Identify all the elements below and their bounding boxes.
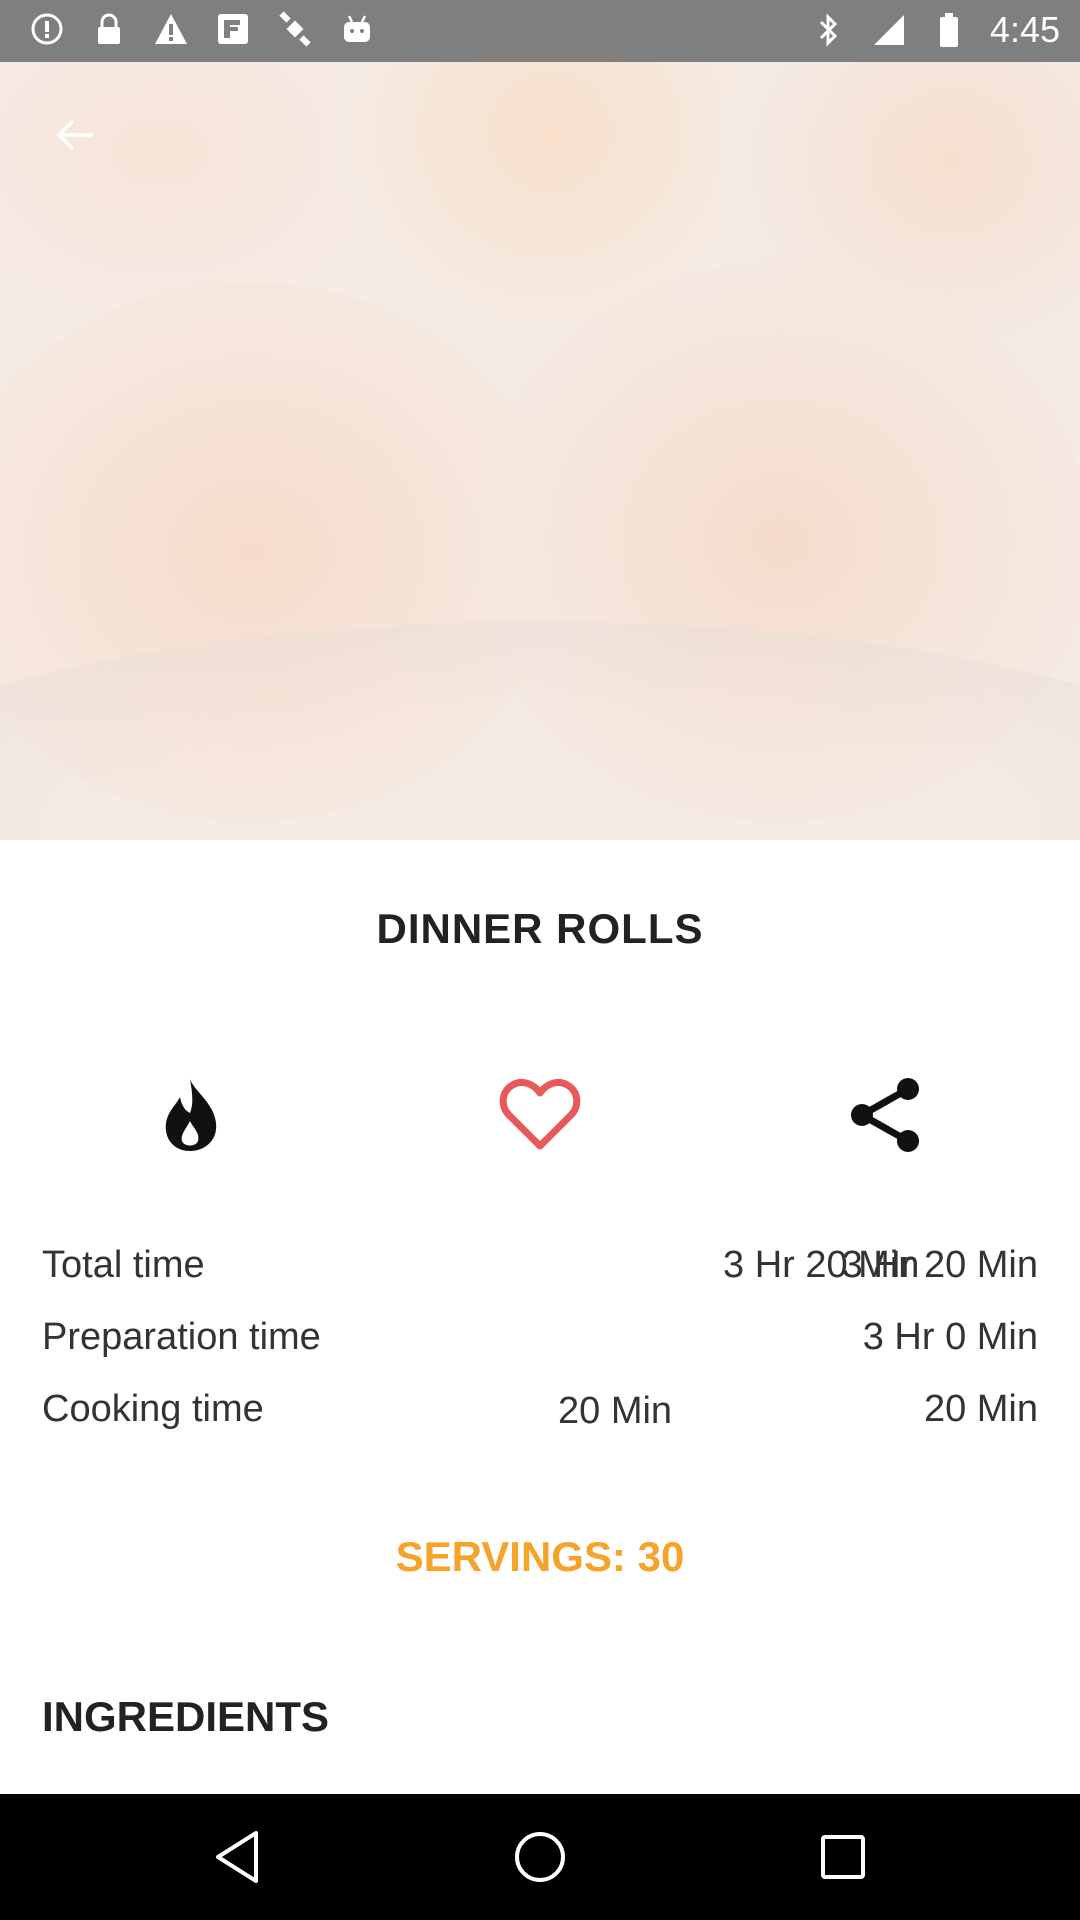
total-time-label: Total time bbox=[42, 1244, 205, 1286]
signal-icon bbox=[870, 11, 908, 49]
cooking-time-value: 20 Min bbox=[923, 1388, 1038, 1430]
warning-icon bbox=[152, 10, 190, 48]
total-time-row: Total time 3 Hr 20 Min 3 Hr 20 Min bbox=[42, 1244, 1038, 1294]
nav-home-button[interactable] bbox=[505, 1822, 575, 1892]
servings-label: SERVINGS: 30 bbox=[395, 1533, 685, 1580]
fake-gps-icon bbox=[214, 10, 252, 48]
home-circle-icon bbox=[515, 1832, 565, 1882]
favorite-button[interactable] bbox=[495, 1070, 585, 1160]
android-icon bbox=[338, 10, 376, 48]
status-time: 4:45 bbox=[989, 9, 1060, 50]
system-nav-bar bbox=[0, 1794, 1080, 1920]
status-left-icons bbox=[28, 10, 376, 48]
nav-recents-button[interactable] bbox=[808, 1822, 878, 1892]
alert-circle-icon bbox=[28, 10, 66, 48]
heart-icon bbox=[499, 1079, 581, 1150]
recipe-hero-image bbox=[0, 62, 1080, 840]
share-button[interactable] bbox=[841, 1070, 931, 1160]
status-bar: 4:45 bbox=[0, 0, 1080, 62]
ingredients-heading: INGREDIENTS bbox=[42, 1693, 330, 1740]
preparation-time-label: Preparation time bbox=[42, 1316, 321, 1358]
back-button[interactable] bbox=[40, 100, 110, 170]
preparation-time-value: 3 Hr 0 Min bbox=[862, 1316, 1038, 1358]
battery-icon bbox=[930, 11, 968, 49]
hot-button[interactable] bbox=[146, 1070, 236, 1160]
fire-icon bbox=[165, 1079, 217, 1151]
back-triangle-icon bbox=[216, 1831, 258, 1883]
total-time-value: 3 Hr 20 Min bbox=[841, 1244, 1038, 1286]
preparation-time-row: Preparation time 3 Hr 0 Min bbox=[42, 1316, 1038, 1366]
cooking-time-mid-value: 20 Min bbox=[558, 1390, 673, 1432]
satellite-icon bbox=[276, 10, 314, 48]
recents-square-icon bbox=[821, 1835, 865, 1879]
bluetooth-icon bbox=[810, 11, 848, 49]
status-right-icons: 4:45 bbox=[810, 8, 1060, 52]
recipe-title: DINNER ROLLS bbox=[376, 905, 704, 952]
arrow-left-icon bbox=[56, 119, 93, 151]
cooking-time-row: Cooking time 20 Min 20 Min bbox=[42, 1388, 1038, 1438]
cooking-time-label: Cooking time bbox=[42, 1388, 264, 1430]
nav-back-button[interactable] bbox=[202, 1822, 272, 1892]
lock-icon bbox=[90, 10, 128, 48]
share-icon bbox=[851, 1078, 919, 1152]
hero-shadow bbox=[0, 622, 1080, 840]
